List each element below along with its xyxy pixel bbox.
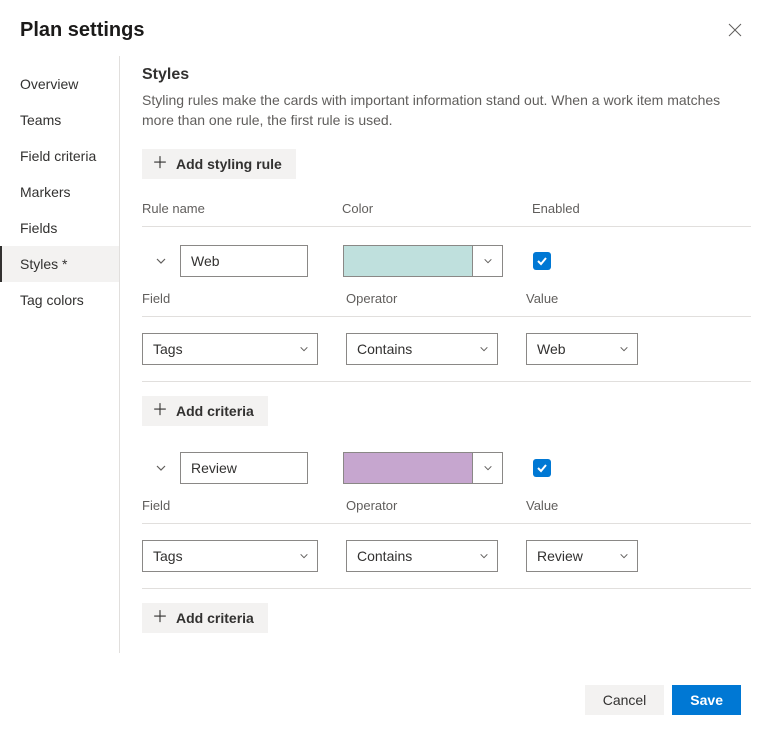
check-icon bbox=[536, 462, 548, 474]
value-select-value: Review bbox=[537, 548, 583, 564]
plus-icon: ＋ bbox=[152, 403, 168, 419]
sidebar-item-label: Tag colors bbox=[20, 292, 84, 308]
criteria-row: Tags Contains Review bbox=[142, 524, 751, 588]
column-header-rulename: Rule name bbox=[142, 201, 342, 216]
value-select[interactable]: Web bbox=[526, 333, 638, 365]
column-header-value: Value bbox=[526, 291, 558, 306]
add-criteria-label: Add criteria bbox=[176, 610, 254, 626]
rule-row bbox=[142, 446, 751, 498]
sidebar-item-field-criteria[interactable]: Field criteria bbox=[0, 138, 119, 174]
field-select[interactable]: Tags bbox=[142, 333, 318, 365]
plus-icon: ＋ bbox=[152, 156, 168, 172]
rule-row bbox=[142, 227, 751, 291]
column-header-color: Color bbox=[342, 201, 532, 216]
operator-select[interactable]: Contains bbox=[346, 540, 498, 572]
color-picker[interactable] bbox=[343, 452, 503, 484]
sidebar-item-label: Overview bbox=[20, 76, 78, 92]
sidebar-item-styles[interactable]: Styles * bbox=[0, 246, 119, 282]
chevron-down-icon bbox=[155, 255, 167, 267]
operator-select-value: Contains bbox=[357, 341, 412, 357]
column-header-operator: Operator bbox=[346, 498, 526, 513]
color-picker[interactable] bbox=[343, 245, 503, 277]
check-icon bbox=[536, 255, 548, 267]
sidebar-item-label: Styles * bbox=[20, 256, 67, 272]
field-select-value: Tags bbox=[153, 341, 183, 357]
column-header-field: Field bbox=[142, 498, 346, 513]
color-swatch bbox=[344, 246, 472, 276]
expand-toggle[interactable] bbox=[142, 255, 180, 267]
column-header-value: Value bbox=[526, 498, 558, 513]
column-header-operator: Operator bbox=[346, 291, 526, 306]
section-title: Styles bbox=[142, 66, 751, 84]
sidebar-item-label: Fields bbox=[20, 220, 57, 236]
color-swatch bbox=[344, 453, 472, 483]
chevron-down-icon bbox=[619, 551, 629, 561]
value-select[interactable]: Review bbox=[526, 540, 638, 572]
chevron-down-icon bbox=[479, 551, 489, 561]
add-styling-rule-label: Add styling rule bbox=[176, 156, 282, 172]
expand-toggle[interactable] bbox=[142, 462, 180, 474]
page-title: Plan settings bbox=[20, 19, 144, 42]
chevron-down-icon bbox=[483, 463, 493, 473]
cancel-button[interactable]: Cancel bbox=[585, 685, 665, 715]
value-select-value: Web bbox=[537, 341, 566, 357]
column-header-field: Field bbox=[142, 291, 346, 306]
close-button[interactable] bbox=[723, 18, 747, 42]
sidebar-item-label: Markers bbox=[20, 184, 71, 200]
operator-select[interactable]: Contains bbox=[346, 333, 498, 365]
sidebar-item-label: Field criteria bbox=[20, 148, 96, 164]
add-styling-rule-button[interactable]: ＋ Add styling rule bbox=[142, 149, 296, 179]
color-dropdown-toggle[interactable] bbox=[472, 246, 502, 276]
sidebar: Overview Teams Field criteria Markers Fi… bbox=[0, 56, 120, 653]
save-button[interactable]: Save bbox=[672, 685, 741, 715]
add-criteria-button[interactable]: ＋ Add criteria bbox=[142, 396, 268, 426]
add-criteria-button[interactable]: ＋ Add criteria bbox=[142, 603, 268, 633]
chevron-down-icon bbox=[299, 551, 309, 561]
sidebar-item-markers[interactable]: Markers bbox=[0, 174, 119, 210]
field-select-value: Tags bbox=[153, 548, 183, 564]
add-criteria-label: Add criteria bbox=[176, 403, 254, 419]
color-dropdown-toggle[interactable] bbox=[472, 453, 502, 483]
chevron-down-icon bbox=[479, 344, 489, 354]
field-select[interactable]: Tags bbox=[142, 540, 318, 572]
sidebar-item-teams[interactable]: Teams bbox=[0, 102, 119, 138]
chevron-down-icon bbox=[619, 344, 629, 354]
sidebar-item-label: Teams bbox=[20, 112, 61, 128]
rule-name-input[interactable] bbox=[180, 245, 308, 277]
enabled-checkbox[interactable] bbox=[533, 459, 551, 477]
criteria-row: Tags Contains Web bbox=[142, 317, 751, 381]
chevron-down-icon bbox=[483, 256, 493, 266]
chevron-down-icon bbox=[299, 344, 309, 354]
sidebar-item-overview[interactable]: Overview bbox=[0, 66, 119, 102]
section-description: Styling rules make the cards with import… bbox=[142, 90, 751, 131]
sidebar-item-tag-colors[interactable]: Tag colors bbox=[0, 282, 119, 318]
sidebar-item-fields[interactable]: Fields bbox=[0, 210, 119, 246]
chevron-down-icon bbox=[155, 462, 167, 474]
close-icon bbox=[727, 22, 743, 38]
enabled-checkbox[interactable] bbox=[533, 252, 551, 270]
column-header-enabled: Enabled bbox=[532, 201, 580, 216]
plus-icon: ＋ bbox=[152, 610, 168, 626]
operator-select-value: Contains bbox=[357, 548, 412, 564]
rule-name-input[interactable] bbox=[180, 452, 308, 484]
